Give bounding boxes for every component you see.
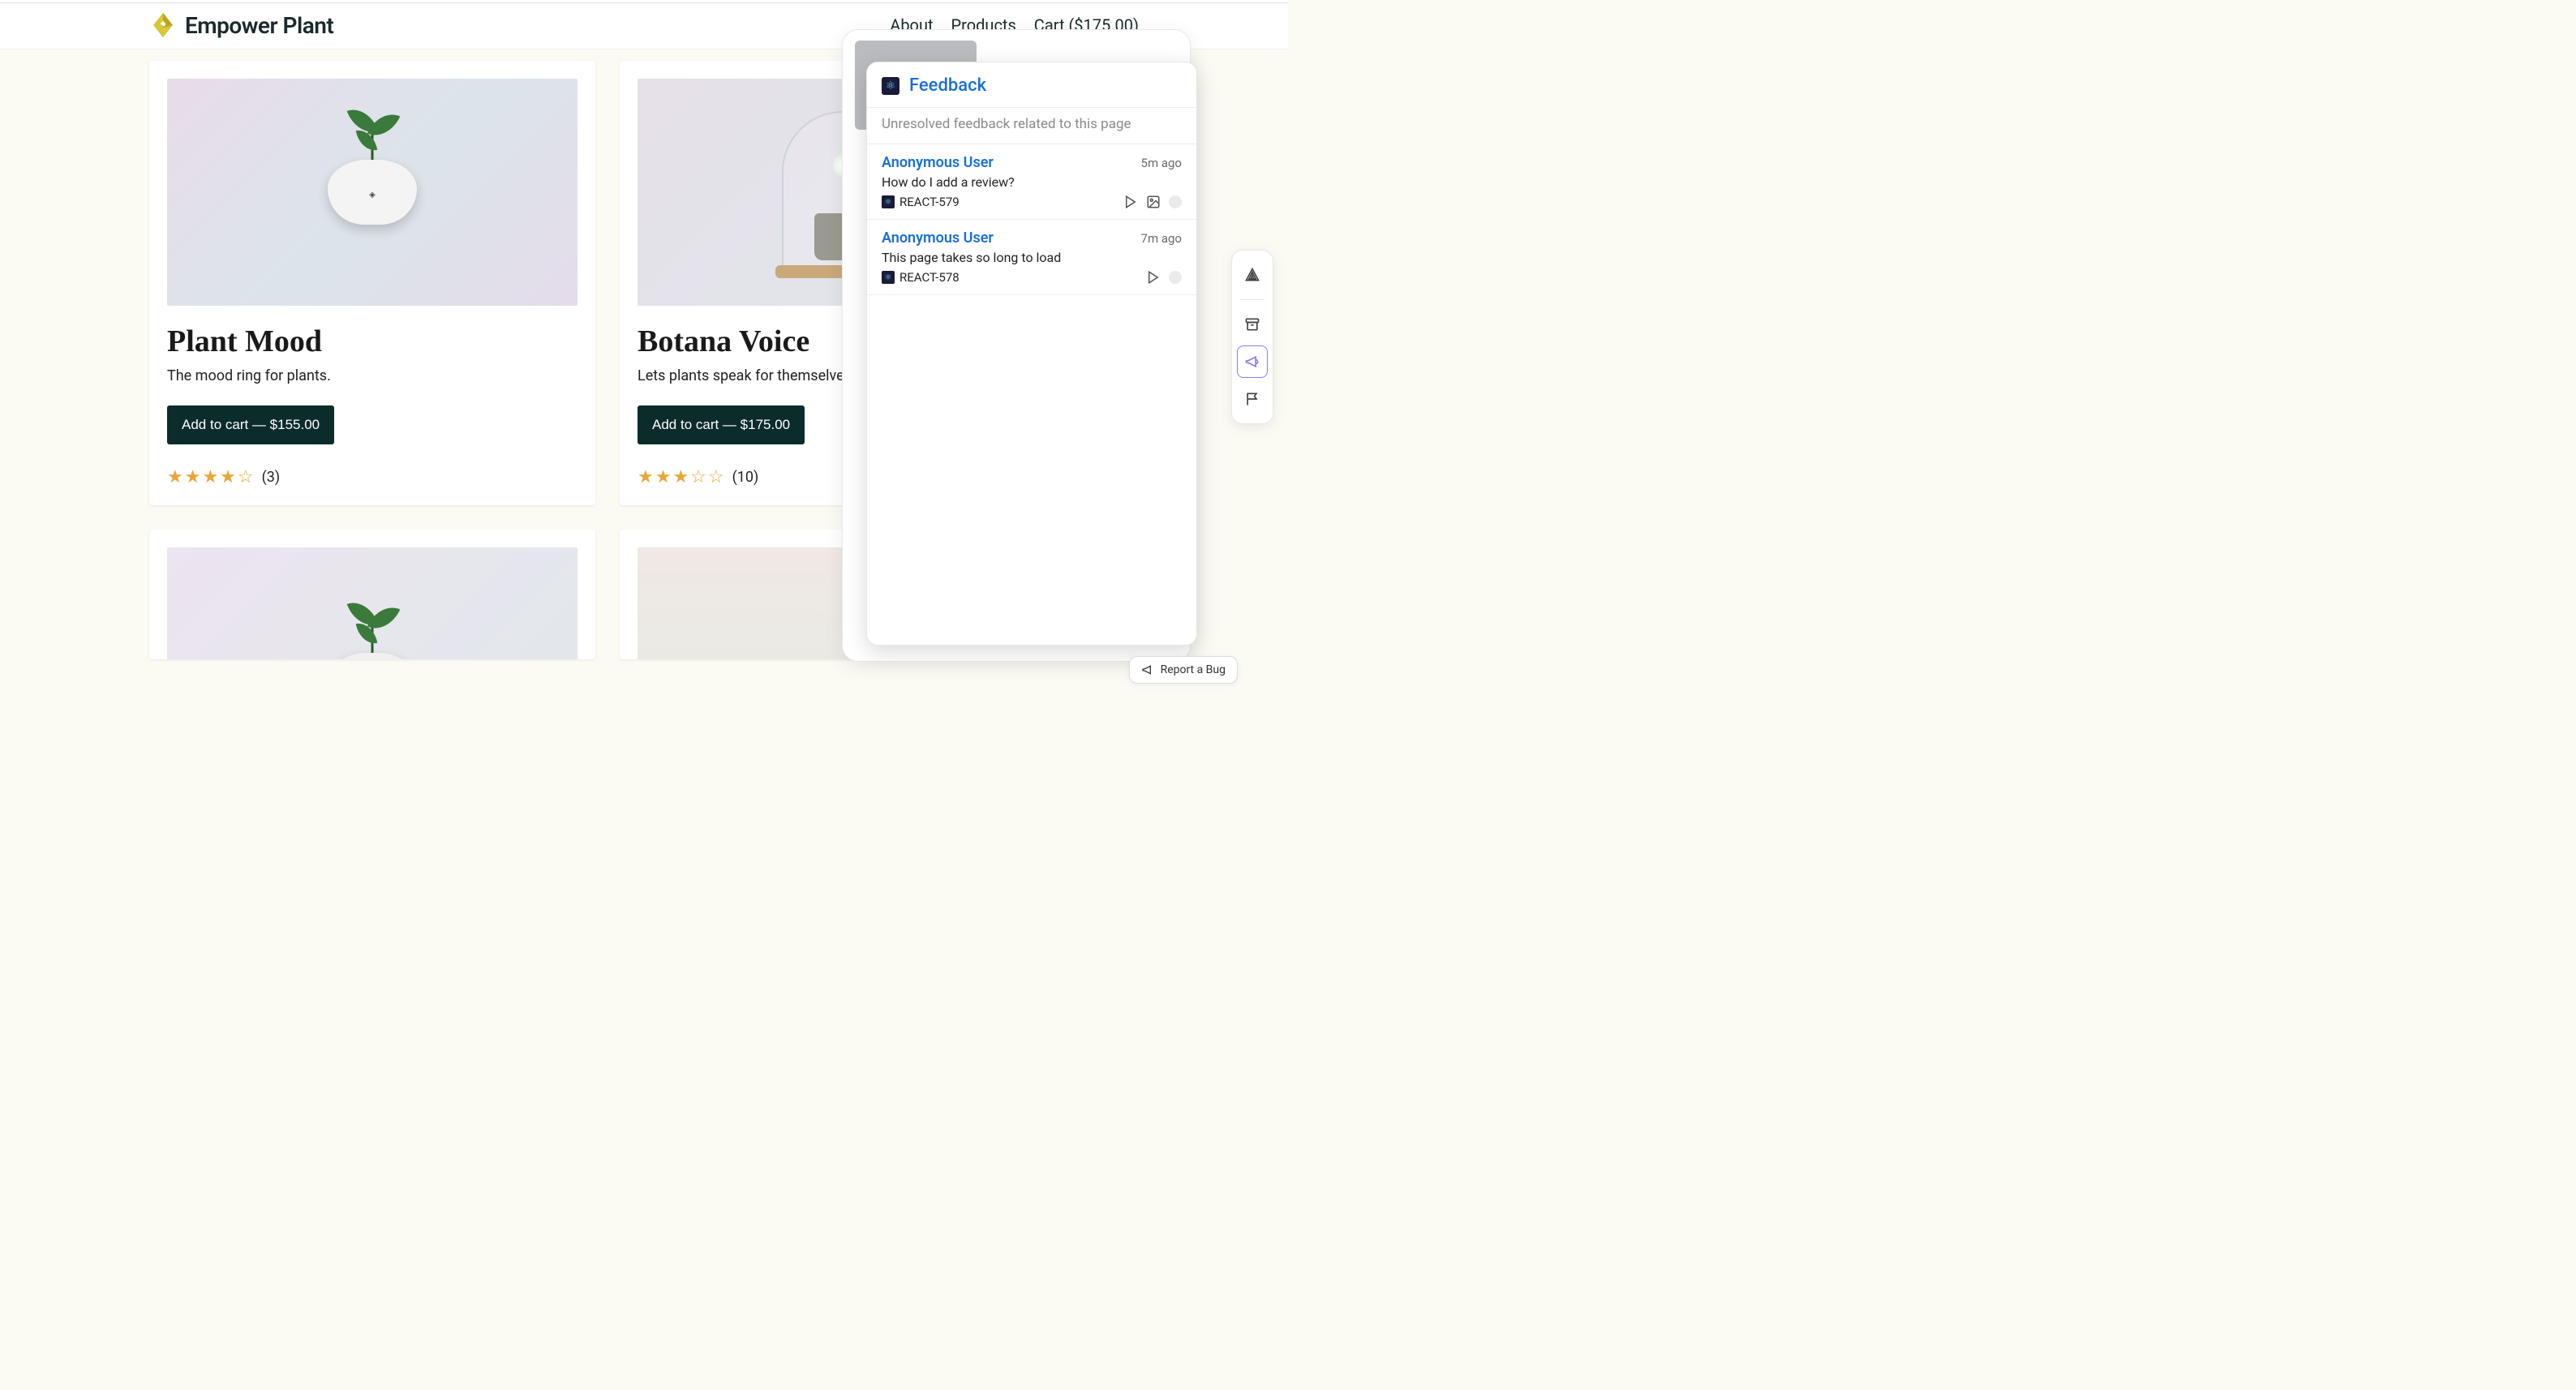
feedback-title[interactable]: Feedback [909,75,986,96]
brand[interactable]: Empower Plant [149,11,333,39]
feedback-tag[interactable]: ⚛ REACT-578 [882,270,960,285]
product-card: Plant Mood The mood ring for plants. Add… [149,61,595,505]
feedback-tag[interactable]: ⚛ REACT-579 [882,195,960,209]
status-dot[interactable] [1169,271,1182,284]
product-image [167,547,577,659]
add-to-cart-button[interactable]: Add to cart — $175.00 [638,405,805,444]
megaphone-icon [1141,663,1154,676]
stars-icon: ★★★☆☆ [638,467,726,487]
status-dot[interactable] [1169,195,1182,208]
product-title: Plant Mood [167,324,577,359]
feedback-panel: ⚛ Feedback Unresolved feedback related t… [866,62,1197,646]
report-bug-label: Report a Bug [1161,663,1226,676]
feedback-tag-label: REACT-578 [899,270,960,285]
feedback-message: This page takes so long to load [882,250,1182,265]
image-icon[interactable] [1146,195,1161,209]
brand-name: Empower Plant [185,12,333,39]
product-image [167,79,577,306]
rating-count: (3) [262,469,281,486]
flag-icon [1244,391,1260,407]
react-icon: ⚛ [882,271,895,284]
feedback-time: 7m ago [1141,231,1182,246]
feedback-user: Anonymous User [882,230,994,247]
product-card [149,530,595,659]
sentry-icon [1244,267,1260,283]
feedback-item[interactable]: Anonymous User 5m ago How do I add a rev… [867,144,1196,220]
report-bug-button[interactable]: Report a Bug [1129,656,1238,684]
divider [1240,299,1264,300]
add-to-cart-button[interactable]: Add to cart — $155.00 [167,405,334,444]
feedback-header: ⚛ Feedback [867,62,1196,107]
feedback-item[interactable]: Anonymous User 7m ago This page takes so… [867,220,1196,295]
dev-toolbar [1231,250,1273,424]
react-icon: ⚛ [882,195,895,208]
feedback-message: How do I add a review? [882,174,1182,190]
feedback-time: 5m ago [1141,156,1182,170]
product-description: The mood ring for plants. [167,367,577,384]
product-rating: ★★★★☆ (3) [167,467,577,487]
toolbar-sentry-button[interactable] [1237,259,1268,291]
feedback-user: Anonymous User [882,154,994,171]
stars-icon: ★★★★☆ [167,467,255,487]
feedback-tag-label: REACT-579 [899,195,960,209]
play-icon[interactable] [1123,195,1138,209]
brand-logo-icon [149,11,177,39]
megaphone-icon [1244,354,1260,370]
archive-icon [1244,316,1260,332]
toolbar-flag-button[interactable] [1237,383,1268,415]
feedback-subtitle: Unresolved feedback related to this page [867,107,1196,144]
react-icon: ⚛ [882,77,899,95]
toolbar-archive-button[interactable] [1237,308,1268,341]
rating-count: (10) [732,469,759,486]
toolbar-feedback-button[interactable] [1237,345,1268,378]
play-icon[interactable] [1146,270,1161,285]
